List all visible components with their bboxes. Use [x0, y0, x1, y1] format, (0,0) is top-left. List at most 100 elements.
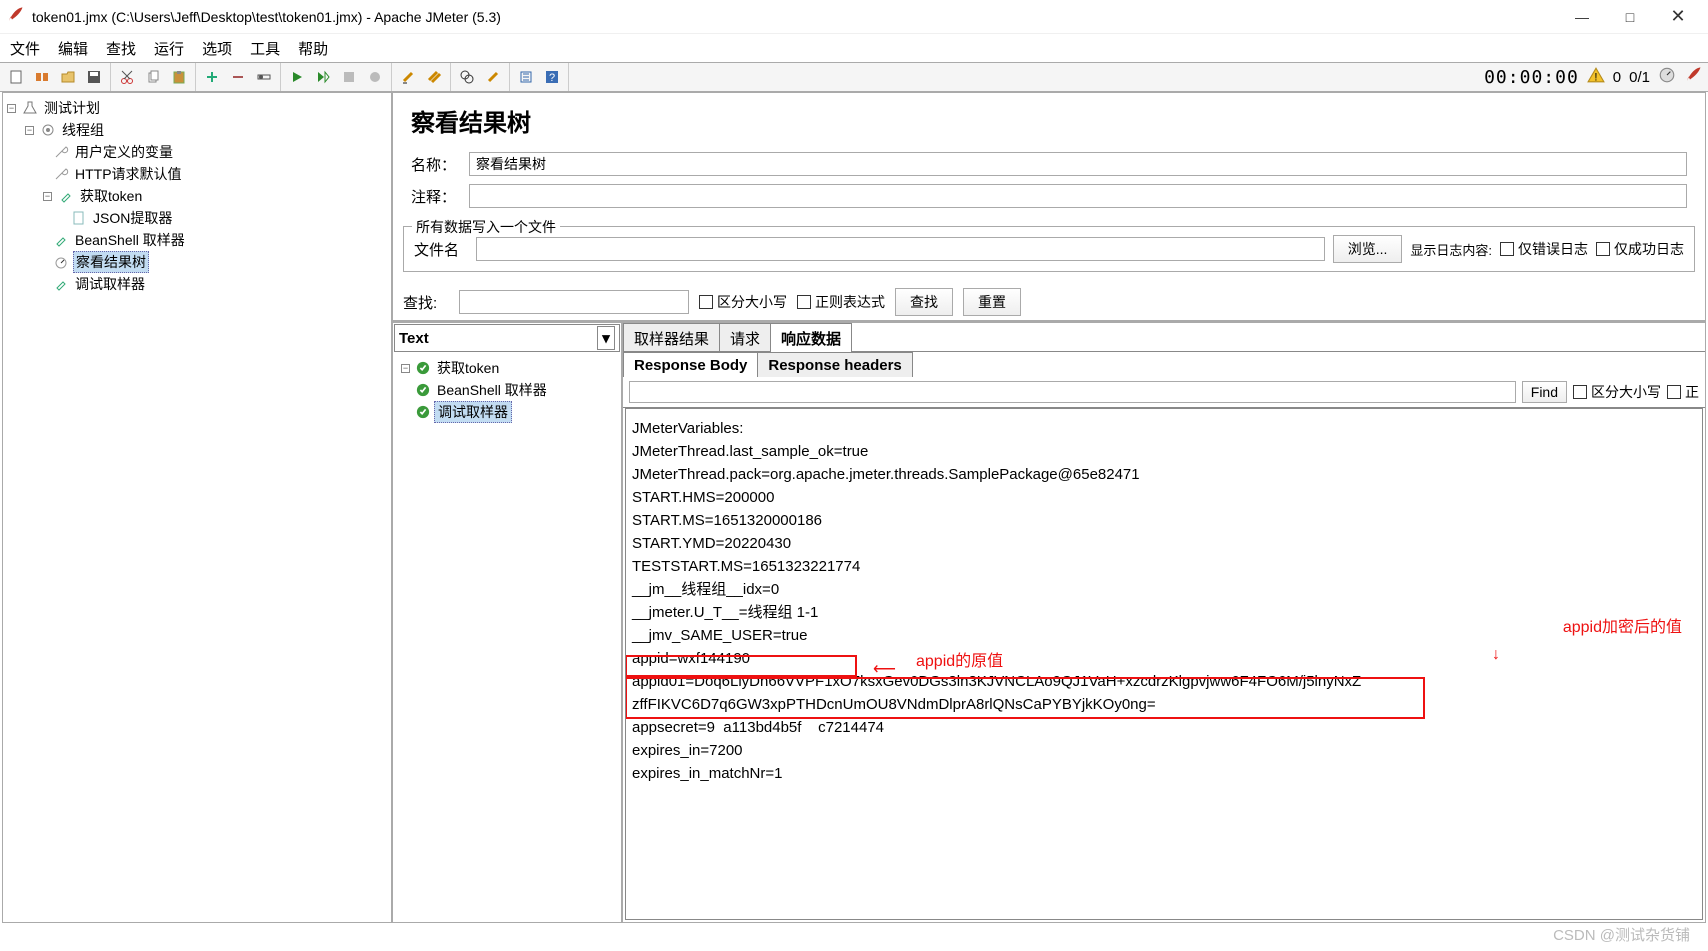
tree-json-extractor[interactable]: JSON提取器	[91, 208, 174, 228]
search-button[interactable]: 查找	[895, 288, 953, 316]
result-label[interactable]: 调试取样器	[434, 401, 512, 423]
tree-view-results[interactable]: 察看结果树	[73, 251, 149, 273]
window-close-button[interactable]: ✕	[1668, 7, 1688, 27]
warn-count: 0	[1613, 69, 1621, 86]
toggle-icon[interactable]	[252, 65, 276, 89]
file-output-group: 所有数据写入一个文件 文件名 浏览... 显示日志内容: 仅错误日志 仅成功日志	[403, 226, 1695, 272]
browse-button[interactable]: 浏览...	[1333, 235, 1403, 263]
tab-response-headers[interactable]: Response headers	[757, 352, 912, 377]
gear-icon	[40, 122, 56, 138]
tree-test-plan[interactable]: 测试计划	[42, 98, 102, 118]
function-helper-icon[interactable]	[514, 65, 538, 89]
tree-beanshell[interactable]: BeanShell 取样器	[73, 230, 187, 250]
cut-icon[interactable]	[115, 65, 139, 89]
tree-toggle-icon[interactable]: −	[401, 364, 410, 373]
result-label[interactable]: BeanShell 取样器	[434, 380, 550, 400]
annotation-arrow-icon: ↓	[1492, 643, 1500, 666]
comment-input[interactable]	[469, 184, 1687, 208]
tree-toggle-icon[interactable]: −	[43, 192, 52, 201]
save-icon[interactable]	[82, 65, 106, 89]
detail-tabs: 取样器结果 请求 响应数据	[623, 323, 1705, 351]
result-tree[interactable]: − 获取token BeanShell 取样器 调试取样器	[393, 353, 621, 922]
tree-http-defaults[interactable]: HTTP请求默认值	[73, 164, 184, 184]
success-icon	[416, 361, 430, 375]
page-icon	[71, 210, 87, 226]
renderer-value: Text	[399, 330, 429, 347]
only-error-checkbox[interactable]: 仅错误日志	[1500, 239, 1588, 259]
feather-status-icon	[1684, 66, 1702, 88]
window-minimize-button[interactable]: —	[1572, 7, 1592, 27]
success-icon	[416, 405, 430, 419]
name-input[interactable]	[469, 152, 1687, 176]
reset-button[interactable]: 重置	[963, 288, 1021, 316]
chevron-down-icon[interactable]: ▾	[597, 326, 615, 350]
expand-icon[interactable]	[200, 65, 224, 89]
thread-count: 0/1	[1629, 69, 1650, 86]
menu-file[interactable]: 文件	[10, 38, 40, 59]
search-label: 查找:	[403, 292, 449, 313]
run-no-pause-icon[interactable]	[311, 65, 335, 89]
svg-text:!: !	[1594, 72, 1597, 84]
paste-icon[interactable]	[167, 65, 191, 89]
find-case-checkbox[interactable]: 区分大小写	[1573, 382, 1661, 402]
result-item: 调试取样器	[395, 401, 619, 423]
stop-icon[interactable]	[337, 65, 361, 89]
find-regex-checkbox[interactable]: 正	[1667, 382, 1699, 402]
filename-input[interactable]	[476, 237, 1325, 261]
timer-text: 00:00:00	[1484, 67, 1579, 88]
tab-request[interactable]: 请求	[719, 323, 771, 351]
filename-label: 文件名	[414, 239, 468, 260]
result-label[interactable]: 获取token	[434, 358, 502, 378]
test-plan-tree[interactable]: − 测试计划 − 线程组 用户定义的变量 HTTP请求默认值 − 获取token…	[3, 93, 393, 922]
show-log-label: 显示日志内容:	[1410, 240, 1492, 259]
tree-user-vars[interactable]: 用户定义的变量	[73, 142, 175, 162]
warning-icon: !	[1587, 66, 1605, 88]
shutdown-icon[interactable]	[363, 65, 387, 89]
tab-sampler-result[interactable]: 取样器结果	[623, 323, 720, 351]
tree-toggle-icon[interactable]: −	[25, 126, 34, 135]
menu-options[interactable]: 选项	[202, 38, 232, 59]
result-item: BeanShell 取样器	[395, 379, 619, 401]
search-input[interactable]	[459, 290, 689, 314]
renderer-combo[interactable]: Text ▾	[394, 324, 620, 352]
menu-find[interactable]: 查找	[106, 38, 136, 59]
menu-run[interactable]: 运行	[154, 38, 184, 59]
collapse-icon[interactable]	[226, 65, 250, 89]
wrench-icon	[53, 144, 69, 160]
response-body-text[interactable]: JMeterVariables: JMeterThread.last_sampl…	[625, 408, 1703, 920]
tree-thread-group[interactable]: 线程组	[60, 120, 106, 140]
svg-text:?: ?	[549, 72, 555, 84]
search-icon[interactable]	[455, 65, 479, 89]
find-button[interactable]: Find	[1522, 381, 1567, 403]
open-icon[interactable]	[56, 65, 80, 89]
pipette-icon	[53, 232, 69, 248]
case-checkbox[interactable]: 区分大小写	[699, 292, 787, 312]
help-icon[interactable]: ?	[540, 65, 564, 89]
run-icon[interactable]	[285, 65, 309, 89]
result-item: − 获取token	[395, 357, 619, 379]
comment-label: 注释：	[411, 186, 469, 207]
menu-edit[interactable]: 编辑	[58, 38, 88, 59]
clear-icon[interactable]	[396, 65, 420, 89]
tab-response-body[interactable]: Response Body	[623, 352, 758, 377]
tree-get-token[interactable]: 获取token	[78, 186, 144, 206]
reset-search-icon[interactable]	[481, 65, 505, 89]
tree-toggle-icon[interactable]: −	[7, 104, 16, 113]
window-titlebar: token01.jmx (C:\Users\Jeff\Desktop\test\…	[0, 0, 1708, 34]
detail-subtabs: Response Body Response headers	[623, 351, 1705, 377]
tree-debug-sampler[interactable]: 调试取样器	[73, 274, 147, 294]
new-file-icon[interactable]	[4, 65, 28, 89]
wrench-icon	[53, 166, 69, 182]
tab-response-data[interactable]: 响应数据	[770, 323, 852, 351]
menu-tools[interactable]: 工具	[250, 38, 280, 59]
templates-icon[interactable]	[30, 65, 54, 89]
window-maximize-button[interactable]: □	[1620, 7, 1640, 27]
copy-icon[interactable]	[141, 65, 165, 89]
find-input[interactable]	[629, 381, 1516, 403]
only-success-checkbox[interactable]: 仅成功日志	[1596, 239, 1684, 259]
regex-checkbox[interactable]: 正则表达式	[797, 292, 885, 312]
menu-help[interactable]: 帮助	[298, 38, 328, 59]
clear-all-icon[interactable]	[422, 65, 446, 89]
menubar: 文件 编辑 查找 运行 选项 工具 帮助	[0, 34, 1708, 62]
gauge-icon	[1658, 66, 1676, 88]
